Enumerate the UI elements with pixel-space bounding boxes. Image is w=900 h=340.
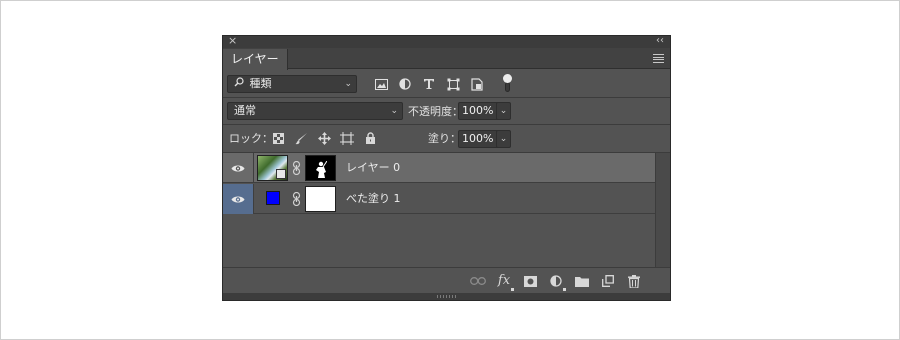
new-layer-icon[interactable] (600, 273, 616, 289)
adjustment-layer-icon[interactable] (548, 273, 566, 291)
eye-icon (231, 165, 245, 171)
chain-link-icon[interactable] (292, 192, 301, 206)
panel-menu-icon[interactable] (653, 54, 664, 63)
layer-name[interactable]: べた塗り 1 (346, 192, 401, 206)
filter-icons (373, 76, 485, 92)
layers-panel: × ‹‹ レイヤー 種類 ⌄ 通常 ⌄ 不透明度： 100% ⌄ ロック： 塗り… (222, 35, 671, 301)
layer-row[interactable]: レイヤー 0 (223, 153, 655, 183)
fill-label: 塗り： (428, 132, 461, 145)
lock-position-icon[interactable] (317, 131, 331, 145)
layers-scrollbar[interactable] (655, 153, 670, 267)
new-group-icon[interactable] (574, 273, 590, 289)
fill-color-swatch[interactable] (266, 191, 280, 205)
fx-icon[interactable]: fx (496, 273, 514, 291)
chevron-down-icon: ⌄ (390, 106, 398, 116)
panel-footer: fx (223, 267, 670, 293)
blend-mode-value: 通常 (234, 104, 256, 117)
trash-icon[interactable] (626, 273, 642, 289)
visibility-toggle[interactable] (223, 153, 254, 183)
chevron-down-icon: ⌄ (499, 106, 508, 116)
blend-row: 通常 ⌄ 不透明度： 100% ⌄ (223, 98, 670, 125)
eye-icon (231, 196, 245, 202)
chevron-down-icon: ⌄ (499, 134, 508, 144)
adjustment-layer-filter-icon[interactable] (397, 76, 413, 92)
link-layers-icon[interactable] (470, 273, 486, 289)
type-layer-filter-icon[interactable] (421, 76, 437, 92)
filter-row: 種類 ⌄ (223, 70, 670, 98)
close-icon[interactable]: × (228, 35, 237, 47)
magnifier-icon (234, 76, 246, 92)
layer-name[interactable]: レイヤー 0 (346, 161, 400, 175)
layer-row[interactable]: べた塗り 1 (223, 184, 655, 214)
layer-mask-thumbnail[interactable] (305, 186, 336, 212)
lock-row: ロック： 塗り： 100% ⌄ (223, 125, 670, 153)
layer-thumbnail[interactable] (257, 155, 288, 181)
chain-link-icon[interactable] (292, 161, 301, 175)
opacity-dropdown-button[interactable]: ⌄ (496, 102, 511, 120)
panel-tab-row: レイヤー (223, 48, 670, 70)
chevron-down-icon: ⌄ (344, 79, 352, 89)
visibility-toggle[interactable] (223, 184, 254, 214)
lock-all-icon[interactable] (363, 131, 377, 145)
lock-image-pixels-icon[interactable] (294, 131, 308, 145)
smart-object-badge-icon (276, 169, 286, 179)
lock-artboard-icon[interactable] (340, 131, 354, 145)
resize-grip-icon (437, 295, 457, 298)
tab-layers[interactable]: レイヤー (223, 49, 288, 70)
pixel-layer-filter-icon[interactable] (373, 76, 389, 92)
opacity-label: 不透明度： (408, 105, 463, 118)
smart-object-filter-icon[interactable] (469, 76, 485, 92)
kind-filter-dropdown[interactable]: 種類 ⌄ (227, 75, 357, 93)
kind-filter-label: 種類 (249, 77, 272, 90)
shape-layer-filter-icon[interactable] (445, 76, 461, 92)
lock-icons (271, 131, 377, 145)
panel-titlebar: × ‹‹ (223, 35, 670, 48)
lock-label: ロック： (229, 132, 273, 145)
layers-list: レイヤー 0 べた塗り 1 (223, 153, 655, 267)
blend-mode-dropdown[interactable]: 通常 ⌄ (227, 102, 403, 120)
filter-toggle[interactable] (502, 74, 512, 94)
collapse-icon[interactable]: ‹‹ (656, 35, 664, 47)
panel-resize-handle[interactable] (223, 293, 670, 300)
fill-dropdown-button[interactable]: ⌄ (496, 130, 511, 148)
footer-icons: fx (470, 273, 642, 291)
layer-mask-thumbnail[interactable] (305, 155, 336, 181)
mask-silhouette (316, 161, 327, 178)
add-mask-icon[interactable] (522, 273, 538, 289)
lock-transparent-pixels-icon[interactable] (271, 131, 285, 145)
